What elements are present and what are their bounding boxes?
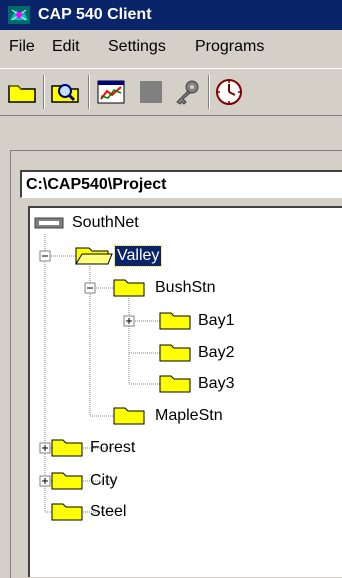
find-icon xyxy=(51,84,79,103)
clock-button[interactable] xyxy=(212,76,246,108)
stop-icon xyxy=(140,81,162,103)
tree-item-city[interactable]: City xyxy=(88,471,120,491)
title-bar[interactable]: CAP 540 Client xyxy=(0,0,342,30)
chart-button[interactable] xyxy=(94,76,128,108)
open-folder-button[interactable] xyxy=(6,76,40,108)
tree-item-bay1[interactable]: Bay1 xyxy=(196,311,236,331)
tree-item-bay2[interactable]: Bay2 xyxy=(196,343,236,363)
folder-icon xyxy=(113,407,145,425)
network-icon xyxy=(34,217,64,229)
folder-icon xyxy=(159,344,191,362)
stop-button[interactable] xyxy=(134,76,168,108)
chart-icon xyxy=(97,80,125,104)
toolbar xyxy=(0,68,342,116)
key-icon xyxy=(176,80,199,105)
key-button[interactable] xyxy=(170,76,204,108)
find-button[interactable] xyxy=(49,76,83,108)
window-title: CAP 540 Client xyxy=(38,6,152,23)
folder-icon xyxy=(113,279,145,297)
collapse-valley-icon[interactable] xyxy=(39,250,51,262)
folder-icon xyxy=(51,503,83,521)
toolbar-separator xyxy=(88,75,90,109)
menu-settings[interactable]: Settings xyxy=(108,37,166,57)
path-field[interactable]: C:\CAP540\Project xyxy=(20,170,342,198)
clock-icon xyxy=(216,79,242,105)
expand-city-icon[interactable] xyxy=(39,475,51,487)
app-icon xyxy=(8,6,30,24)
folder-icon xyxy=(51,439,83,457)
toolbar-separator xyxy=(208,75,210,109)
folder-icon xyxy=(51,472,83,490)
tree-item-valley[interactable]: Valley xyxy=(113,245,163,267)
tree-lines xyxy=(34,217,191,521)
expand-forest-icon[interactable] xyxy=(39,442,51,454)
menu-bar: File Edit Settings Programs xyxy=(0,30,342,64)
toolbar-separator xyxy=(43,75,45,109)
tree-item-maplestn[interactable]: MapleStn xyxy=(153,406,225,426)
menu-file[interactable]: File xyxy=(9,37,35,57)
tree-root-southnet[interactable]: SouthNet xyxy=(70,213,141,233)
collapse-bushstn-icon[interactable] xyxy=(84,282,96,294)
tree-item-steel[interactable]: Steel xyxy=(88,502,128,522)
expand-bay1-icon[interactable] xyxy=(123,315,135,327)
open-folder-icon xyxy=(8,85,36,103)
folder-icon xyxy=(159,375,191,393)
tree-view[interactable]: SouthNet Valley BushStn Bay1 Bay2 Bay3 M… xyxy=(28,206,342,577)
menu-edit[interactable]: Edit xyxy=(52,37,80,57)
project-path: C:\CAP540\Project xyxy=(26,176,167,193)
menu-programs[interactable]: Programs xyxy=(195,37,264,57)
tree-item-bushstn[interactable]: BushStn xyxy=(153,278,217,298)
tree-item-bay3[interactable]: Bay3 xyxy=(196,374,236,394)
tree-item-forest[interactable]: Forest xyxy=(88,438,137,458)
open-folder-icon xyxy=(75,247,113,265)
folder-icon xyxy=(159,312,191,330)
